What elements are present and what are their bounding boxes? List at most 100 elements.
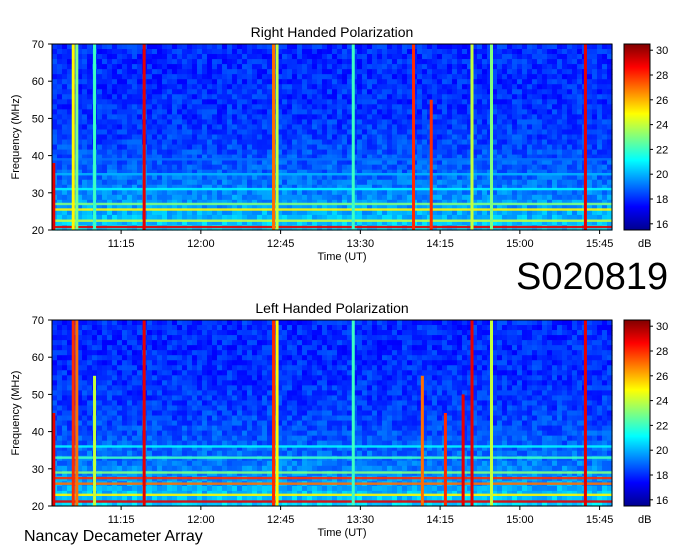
field-cell [97, 410, 103, 417]
field-cell [112, 74, 118, 80]
field-cell [252, 79, 258, 85]
field-cell [67, 460, 73, 467]
field-cell [392, 69, 398, 75]
field-cell [302, 139, 308, 146]
field-cell [342, 164, 348, 171]
field-cell [517, 69, 523, 75]
field-cell [222, 139, 228, 146]
field-cell [377, 124, 383, 131]
field-cell [462, 149, 468, 156]
field-cell [317, 59, 323, 65]
field-cell [282, 179, 288, 186]
field-cell [312, 74, 318, 80]
field-cell [382, 139, 388, 146]
field-cell [102, 420, 108, 427]
field-cell [202, 149, 208, 156]
field-cell [52, 390, 58, 397]
field-cell [557, 144, 563, 151]
field-cell [397, 149, 403, 156]
field-cell [252, 119, 258, 126]
field-cell [477, 129, 483, 136]
field-cell [247, 84, 253, 90]
field-cell [97, 89, 103, 95]
field-cell [512, 194, 518, 201]
field-cell [102, 114, 108, 121]
field-cell [257, 189, 263, 196]
field-cell [157, 69, 163, 75]
field-cell [457, 84, 463, 90]
field-cell [382, 104, 388, 110]
field-cell [62, 435, 68, 442]
field-cell [442, 49, 448, 55]
field-cell [57, 330, 63, 336]
field-cell [267, 189, 273, 196]
field-cell [67, 405, 73, 412]
field-cell [512, 74, 518, 80]
field-cell [537, 164, 543, 171]
field-cell [407, 174, 413, 181]
field-cell [247, 134, 253, 141]
field-cell [67, 415, 73, 422]
field-cell [87, 74, 93, 80]
field-cell [197, 79, 203, 85]
field-cell [387, 104, 393, 110]
field-cell [592, 89, 598, 95]
y-tick-label: 30 [32, 188, 44, 200]
field-cell [542, 144, 548, 151]
field-cell [367, 174, 373, 181]
field-cell [587, 189, 593, 196]
field-cell [252, 69, 258, 75]
field-cell [57, 450, 63, 457]
field-cell [147, 325, 153, 331]
field-cell [132, 54, 138, 60]
field-cell [82, 350, 88, 356]
field-cell [292, 164, 298, 171]
field-cell [462, 94, 468, 100]
field-cell [357, 189, 363, 196]
field-cell [377, 69, 383, 75]
field-cell [342, 179, 348, 186]
field-cell [597, 189, 603, 196]
field-cell [302, 109, 308, 115]
field-cell [287, 119, 293, 126]
field-cell [407, 59, 413, 65]
field-cell [357, 139, 363, 146]
field-cell [597, 74, 603, 80]
field-cell [62, 89, 68, 95]
field-cell [152, 124, 158, 131]
field-cell [572, 129, 578, 136]
field-cell [462, 59, 468, 65]
field-cell [57, 74, 63, 80]
field-cell [147, 124, 153, 131]
field-cell [462, 119, 468, 126]
field-cell [502, 99, 508, 105]
field-cell [82, 465, 88, 472]
field-cell [117, 325, 123, 331]
field-cell [82, 144, 88, 151]
field-cell [67, 430, 73, 437]
field-cell [67, 400, 73, 407]
field-cell [517, 189, 523, 196]
field-cell [252, 104, 258, 110]
field-cell [462, 74, 468, 80]
field-cell [147, 144, 153, 151]
field-cell [362, 194, 368, 201]
field-cell [332, 74, 338, 80]
field-cell [117, 119, 123, 126]
field-cell [262, 99, 268, 105]
field-cell [217, 144, 223, 151]
field-cell [382, 129, 388, 136]
field-cell [522, 104, 528, 110]
field-cell [232, 114, 238, 121]
field-cell [52, 380, 58, 386]
field-cell [562, 179, 568, 186]
field-cell [117, 335, 123, 341]
field-cell [537, 89, 543, 95]
field-cell [57, 79, 63, 85]
field-cell [507, 114, 513, 121]
field-cell [287, 84, 293, 90]
field-cell [457, 144, 463, 151]
field-cell [62, 425, 68, 432]
field-cell [512, 129, 518, 136]
field-cell [552, 59, 558, 65]
